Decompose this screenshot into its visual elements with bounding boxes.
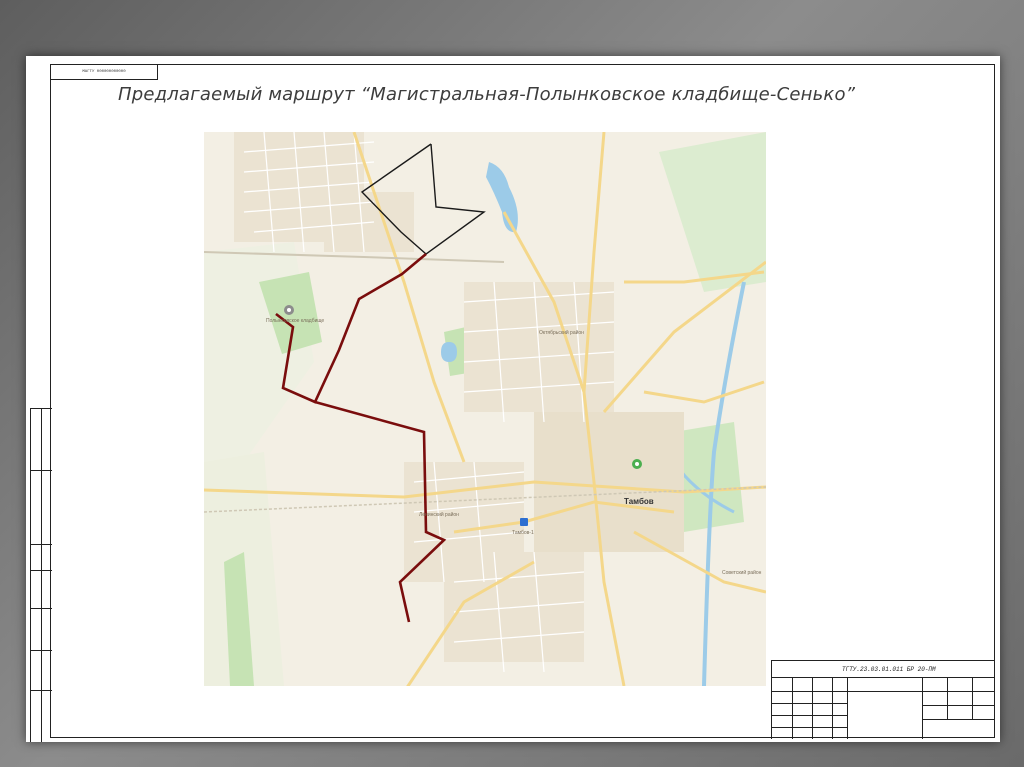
frame-stamp: МАГТУ 000000000000 <box>51 65 158 80</box>
pond <box>441 342 457 362</box>
district-label: Октябрьский район <box>539 329 584 336</box>
page-title: Предлагаемый маршрут “Магистральная-Полы… <box>118 84 856 105</box>
district-label: Ленинский район <box>419 511 459 518</box>
city-label: Тамбов <box>624 497 654 506</box>
route-map[interactable]: Полынковское кладбище Тамбов Тамбов-1 Ок… <box>204 132 766 686</box>
station-label: Тамбов-1 <box>512 530 534 536</box>
title-block: ТГТУ.23.03.01.011 БР 20-ПМ <box>771 660 994 739</box>
title-block-code: ТГТУ.23.03.01.011 БР 20-ПМ <box>842 666 936 673</box>
train-icon[interactable] <box>520 518 528 526</box>
drawing-sheet: МАГТУ 000000000000 Предлагаемый маршрут … <box>26 56 1000 742</box>
side-stamp-strip <box>30 408 52 742</box>
cemetery-label: Полынковское кладбище <box>266 318 324 324</box>
pin-icon[interactable] <box>632 459 642 469</box>
district-label: Советский район <box>722 569 762 576</box>
map-canvas: Полынковское кладбище Тамбов Тамбов-1 Ок… <box>204 132 766 686</box>
map-pin-icon[interactable] <box>284 305 294 315</box>
